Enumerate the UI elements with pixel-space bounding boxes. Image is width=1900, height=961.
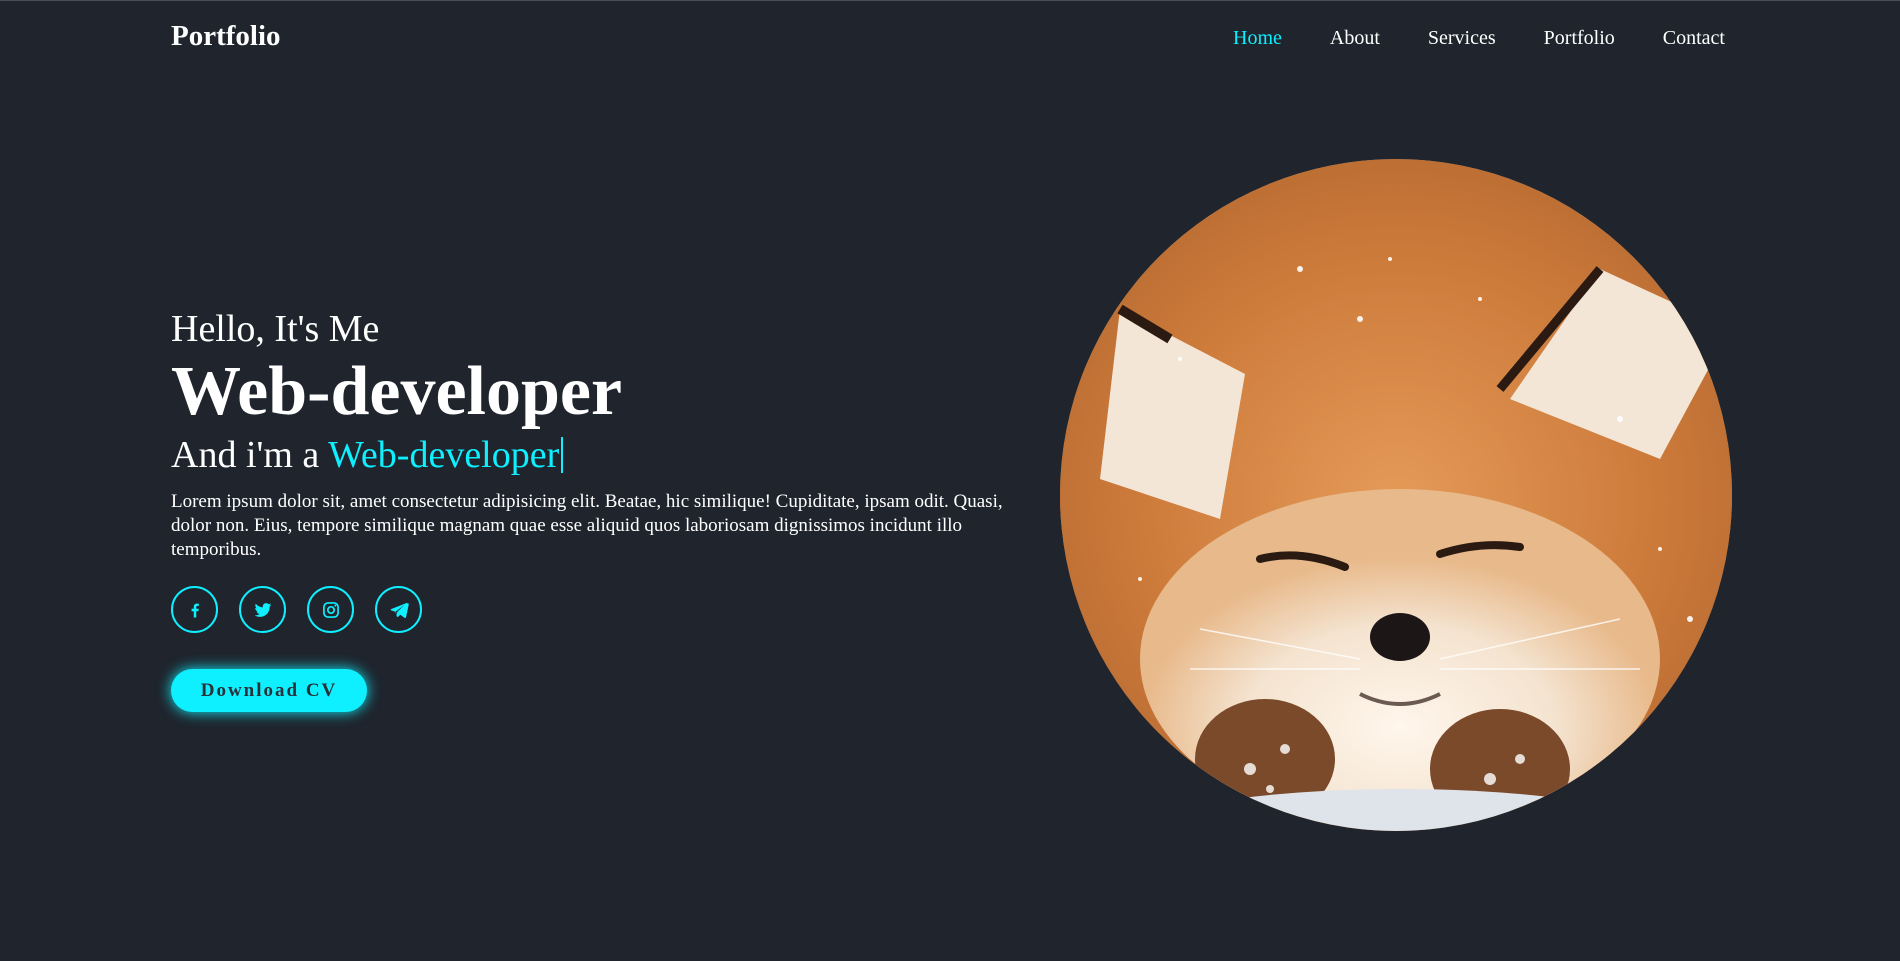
profile-image <box>1060 159 1732 831</box>
twitter-link[interactable] <box>239 586 286 633</box>
telegram-icon <box>390 602 409 618</box>
typing-caret <box>561 437 564 473</box>
facebook-link[interactable] <box>171 586 218 633</box>
facebook-icon <box>191 603 199 617</box>
twitter-icon <box>254 602 271 617</box>
instagram-link[interactable] <box>307 586 354 633</box>
hero-title: Web-developer <box>171 353 623 430</box>
nav-portfolio[interactable]: Portfolio <box>1544 27 1615 50</box>
download-cv-button[interactable]: Download CV <box>171 669 367 712</box>
nav-about[interactable]: About <box>1330 27 1380 50</box>
role-prefix: And i'm a <box>171 434 320 476</box>
main-nav: Home About Services Portfolio Contact <box>1233 27 1725 50</box>
hero-role: And i'm a Web-developer <box>171 432 1021 478</box>
site-header: Portfolio Home About Services Portfolio … <box>0 0 1900 82</box>
nav-home[interactable]: Home <box>1233 27 1282 50</box>
site-logo[interactable]: Portfolio <box>171 20 281 53</box>
social-links <box>171 586 1021 633</box>
instagram-icon <box>322 601 339 618</box>
hero-content: Hello, It's Me Web-developer And i'm a W… <box>171 306 1021 712</box>
nav-contact[interactable]: Contact <box>1663 27 1725 50</box>
nav-services[interactable]: Services <box>1428 27 1496 50</box>
fox-image <box>1060 159 1732 831</box>
hero-greeting: Hello, It's Me <box>171 308 380 350</box>
hero-description: Lorem ipsum dolor sit, amet consectetur … <box>171 491 1003 560</box>
role-accent: Web-developer <box>328 434 560 476</box>
telegram-link[interactable] <box>375 586 422 633</box>
